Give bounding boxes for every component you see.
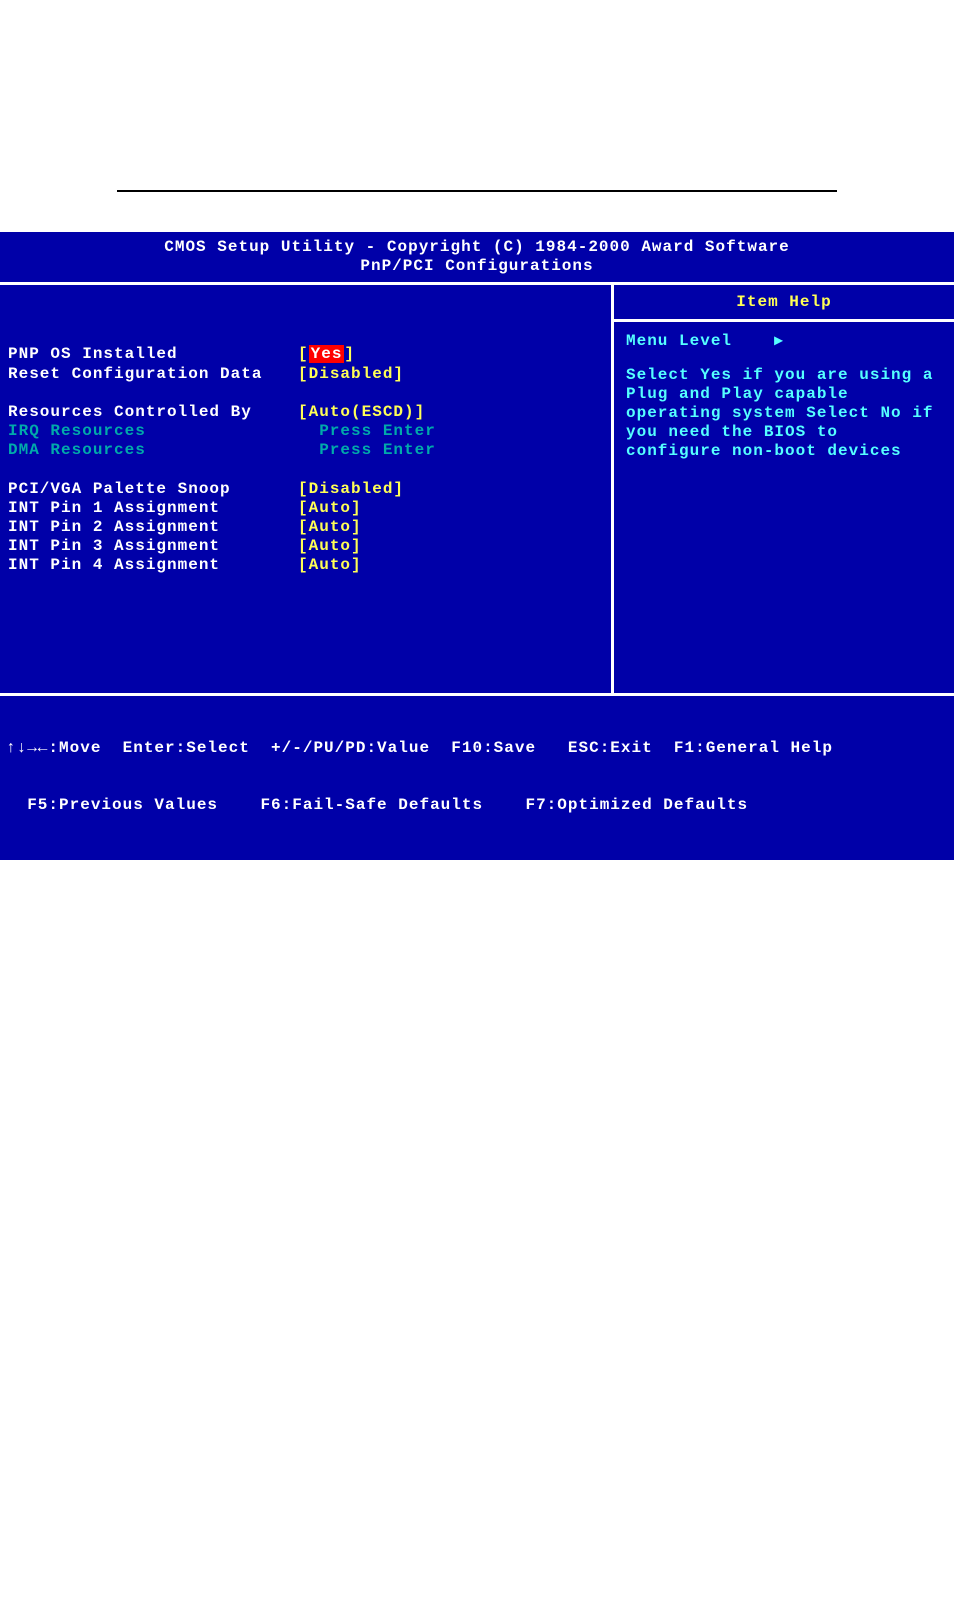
setting-value-text: Auto(ESCD) bbox=[309, 403, 415, 421]
bios-header: CMOS Setup Utility - Copyright (C) 1984-… bbox=[0, 232, 954, 285]
footer-line2: F5:Previous Values F6:Fail-Safe Defaults… bbox=[6, 796, 948, 815]
help-body: Menu Level ▸ Select Yes if you are using… bbox=[614, 322, 954, 471]
setting-value-text: Press Enter bbox=[298, 422, 436, 440]
setting-value[interactable]: [Auto] bbox=[298, 499, 362, 518]
setting-value[interactable]: [Auto(ESCD)] bbox=[298, 403, 425, 422]
setting-row[interactable]: IRQ Resources Press Enter bbox=[8, 422, 603, 441]
setting-row[interactable]: PNP OS Installed[Yes] bbox=[8, 345, 603, 364]
bracket-close: ] bbox=[393, 480, 404, 498]
setting-label: INT Pin 4 Assignment bbox=[8, 556, 298, 575]
setting-label: INT Pin 2 Assignment bbox=[8, 518, 298, 537]
setting-value[interactable]: [Yes] bbox=[298, 345, 355, 364]
setting-value[interactable]: [Disabled] bbox=[298, 480, 404, 499]
help-text: Select Yes if you are using a Plug and P… bbox=[626, 366, 942, 462]
setting-label: INT Pin 1 Assignment bbox=[8, 499, 298, 518]
bracket-open: [ bbox=[298, 403, 309, 421]
setting-label: DMA Resources bbox=[8, 441, 298, 460]
document-divider bbox=[117, 190, 837, 192]
bracket-open: [ bbox=[298, 518, 309, 536]
setting-label: Resources Controlled By bbox=[8, 403, 298, 422]
setting-row[interactable]: Resources Controlled By[Auto(ESCD)] bbox=[8, 403, 603, 422]
header-title-line2: PnP/PCI Configurations bbox=[0, 257, 954, 276]
settings-panel[interactable]: PNP OS Installed[Yes]Reset Configuration… bbox=[0, 285, 614, 693]
menu-level: Menu Level ▸ bbox=[626, 332, 942, 351]
menu-level-label: Menu Level bbox=[626, 332, 732, 350]
setting-value-text: Yes bbox=[309, 345, 345, 363]
bracket-close: ] bbox=[351, 556, 362, 574]
setting-label: INT Pin 3 Assignment bbox=[8, 537, 298, 556]
bracket-close: ] bbox=[351, 518, 362, 536]
bracket-open: [ bbox=[298, 556, 309, 574]
setting-row[interactable]: Reset Configuration Data[Disabled] bbox=[8, 365, 603, 384]
bracket-open: [ bbox=[298, 345, 309, 363]
header-title-line1: CMOS Setup Utility - Copyright (C) 1984-… bbox=[0, 238, 954, 257]
setting-row[interactable]: PCI/VGA Palette Snoop[Disabled] bbox=[8, 480, 603, 499]
setting-row[interactable]: INT Pin 4 Assignment[Auto] bbox=[8, 556, 603, 575]
bracket-close: ] bbox=[351, 499, 362, 517]
blank-row bbox=[8, 461, 603, 480]
setting-value-text: Auto bbox=[309, 499, 351, 517]
setting-value[interactable]: Press Enter bbox=[298, 441, 436, 460]
setting-value-text: Auto bbox=[309, 518, 351, 536]
bracket-open: [ bbox=[298, 365, 309, 383]
setting-row[interactable]: DMA Resources Press Enter bbox=[8, 441, 603, 460]
setting-value[interactable]: [Auto] bbox=[298, 556, 362, 575]
footer-line1: ↑↓→←:Move Enter:Select +/-/PU/PD:Value F… bbox=[6, 739, 948, 758]
bracket-close: ] bbox=[415, 403, 426, 421]
bracket-open: [ bbox=[298, 499, 309, 517]
item-help-title: Item Help bbox=[614, 285, 954, 322]
setting-label: PNP OS Installed bbox=[8, 345, 298, 364]
bracket-close: ] bbox=[351, 537, 362, 555]
bracket-open: [ bbox=[298, 537, 309, 555]
setting-row[interactable]: INT Pin 3 Assignment[Auto] bbox=[8, 537, 603, 556]
bracket-close: ] bbox=[344, 345, 355, 363]
setting-label: PCI/VGA Palette Snoop bbox=[8, 480, 298, 499]
arrow-right-icon: ▸ bbox=[774, 332, 783, 350]
help-panel: Item Help Menu Level ▸ Select Yes if you… bbox=[614, 285, 954, 693]
setting-value-text: Press Enter bbox=[298, 441, 436, 459]
setting-value[interactable]: [Auto] bbox=[298, 518, 362, 537]
setting-value-text: Disabled bbox=[309, 480, 394, 498]
setting-row[interactable]: INT Pin 1 Assignment[Auto] bbox=[8, 499, 603, 518]
setting-value[interactable]: Press Enter bbox=[298, 422, 436, 441]
bios-screen: CMOS Setup Utility - Copyright (C) 1984-… bbox=[0, 232, 954, 860]
setting-value-text: Disabled bbox=[309, 365, 394, 383]
bracket-open: [ bbox=[298, 480, 309, 498]
bios-main-area: PNP OS Installed[Yes]Reset Configuration… bbox=[0, 285, 954, 693]
bios-footer: ↑↓→←:Move Enter:Select +/-/PU/PD:Value F… bbox=[0, 693, 954, 860]
setting-label: IRQ Resources bbox=[8, 422, 298, 441]
setting-label: Reset Configuration Data bbox=[8, 365, 298, 384]
setting-value[interactable]: [Disabled] bbox=[298, 365, 404, 384]
setting-value-text: Auto bbox=[309, 537, 351, 555]
setting-row[interactable]: INT Pin 2 Assignment[Auto] bbox=[8, 518, 603, 537]
blank-row bbox=[8, 384, 603, 403]
bracket-close: ] bbox=[393, 365, 404, 383]
setting-value-text: Auto bbox=[309, 556, 351, 574]
setting-value[interactable]: [Auto] bbox=[298, 537, 362, 556]
